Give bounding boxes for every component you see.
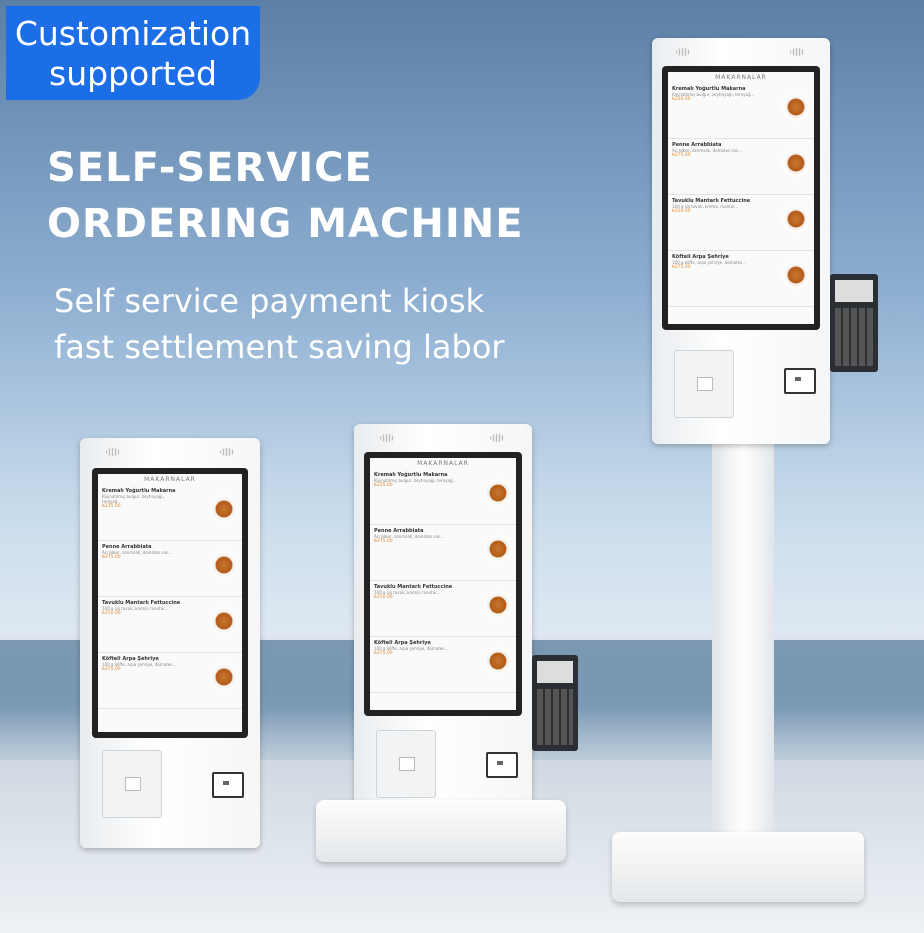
receipt-printer — [102, 750, 162, 818]
floor-kiosk-base — [612, 832, 864, 902]
terminal-screen — [537, 661, 573, 683]
terminal-keypad — [537, 689, 573, 745]
customization-badge: Customization supported — [6, 6, 260, 100]
menu-item: Köfteli Arpa Şehriye 100 g köfte, arpa şe… — [668, 251, 814, 307]
badge-line-2: supported — [49, 54, 217, 93]
dish-image — [210, 495, 238, 523]
menu-screen: MAKARNALAR Kremalı Yoğurtlu Makarna Kayna… — [668, 72, 814, 324]
receipt-printer — [376, 730, 436, 798]
dish-image — [782, 261, 810, 289]
headline-line-1: SELF-SERVICE — [47, 145, 373, 191]
menu-header: MAKARNALAR — [417, 460, 469, 467]
printer-slot — [125, 777, 141, 792]
kiosk-display: MAKARNALAR Kremalı Yoğurtlu Makarna Kayna… — [662, 66, 820, 330]
menu-item: Kremalı Yoğurtlu Makarna Kaynatılmış bulg… — [370, 469, 516, 525]
kiosk-display: MAKARNALAR Kremalı Yoğurtlu Makarna Kayna… — [92, 468, 248, 738]
menu-screen: MAKARNALAR Kremalı Yoğurtlu Makarna Kayna… — [98, 474, 242, 732]
menu-item: Kremalı Yoğurtlu Makarna Kaynatılmış bulg… — [98, 485, 242, 541]
menu-header: MAKARNALAR — [144, 476, 196, 483]
dish-image — [210, 551, 238, 579]
receipt-printer — [674, 350, 734, 418]
qr-scanner — [486, 752, 518, 778]
menu-item: Köfteli Arpa Şehriye 100 g köfte, arpa şe… — [370, 637, 516, 693]
subheadline-line-2: fast settlement saving labor — [54, 328, 505, 366]
menu-item: Penne Arrabbiata Acı biber, sarımsak, dom… — [370, 525, 516, 581]
dish-image — [782, 205, 810, 233]
floor-kiosk: MAKARNALAR Kremalı Yoğurtlu Makarna Kayna… — [652, 38, 830, 444]
dish-image — [782, 149, 810, 177]
dish-image — [782, 93, 810, 121]
printer-slot — [697, 377, 713, 392]
speaker-icon — [790, 48, 804, 56]
printer-slot — [399, 757, 415, 772]
speaker-icon — [490, 434, 504, 442]
desktop-kiosk-base — [316, 800, 566, 862]
card-payment-terminal — [830, 274, 878, 372]
terminal-screen — [835, 280, 873, 302]
badge-line-1: Customization — [14, 14, 252, 53]
menu-item-desc: Kaynatılmış bulgur, zeytinyağı, tereyağ.… — [102, 494, 164, 504]
subheadline: Self service payment kiosk fast settleme… — [54, 278, 505, 370]
product-banner: Customization supported SELF-SERVICE ORD… — [0, 0, 924, 933]
terminal-keypad — [835, 308, 873, 366]
menu-item: Tavuklu Mantarlı Fettuccine 100 g şiş tav… — [370, 581, 516, 637]
dish-image — [484, 591, 512, 619]
qr-scanner — [212, 772, 244, 798]
speaker-icon — [220, 448, 234, 456]
dish-image — [210, 663, 238, 691]
headline-line-2: ORDERING MACHINE — [47, 201, 524, 247]
menu-item: Penne Arrabbiata Acı biber, sarımsak, dom… — [668, 139, 814, 195]
menu-item: Tavuklu Mantarlı Fettuccine 100 g şiş tav… — [668, 195, 814, 251]
speaker-icon — [106, 448, 120, 456]
dish-image — [484, 535, 512, 563]
dish-image — [210, 607, 238, 635]
menu-header: MAKARNALAR — [715, 74, 767, 81]
desktop-kiosk: MAKARNALAR Kremalı Yoğurtlu Makarna Kayna… — [354, 424, 532, 824]
menu-item: Köfteli Arpa Şehriye 100 g köfte, arpa şe… — [98, 653, 242, 709]
speaker-icon — [380, 434, 394, 442]
kiosk-display: MAKARNALAR Kremalı Yoğurtlu Makarna Kayna… — [364, 452, 522, 716]
wall-kiosk: MAKARNALAR Kremalı Yoğurtlu Makarna Kayna… — [80, 438, 260, 848]
qr-scanner — [784, 368, 816, 394]
kiosk-stand-pole — [712, 440, 774, 860]
headline: SELF-SERVICE ORDERING MACHINE — [47, 140, 524, 252]
speaker-icon — [676, 48, 690, 56]
menu-item: Penne Arrabbiata Acı biber, sarımsak, dom… — [98, 541, 242, 597]
menu-item: Tavuklu Mantarlı Fettuccine 100 g şiş tav… — [98, 597, 242, 653]
card-payment-terminal — [532, 655, 578, 751]
subheadline-line-1: Self service payment kiosk — [54, 282, 485, 320]
dish-image — [484, 647, 512, 675]
menu-screen: MAKARNALAR Kremalı Yoğurtlu Makarna Kayna… — [370, 458, 516, 710]
menu-item: Kremalı Yoğurtlu Makarna Kaynatılmış bulg… — [668, 83, 814, 139]
dish-image — [484, 479, 512, 507]
